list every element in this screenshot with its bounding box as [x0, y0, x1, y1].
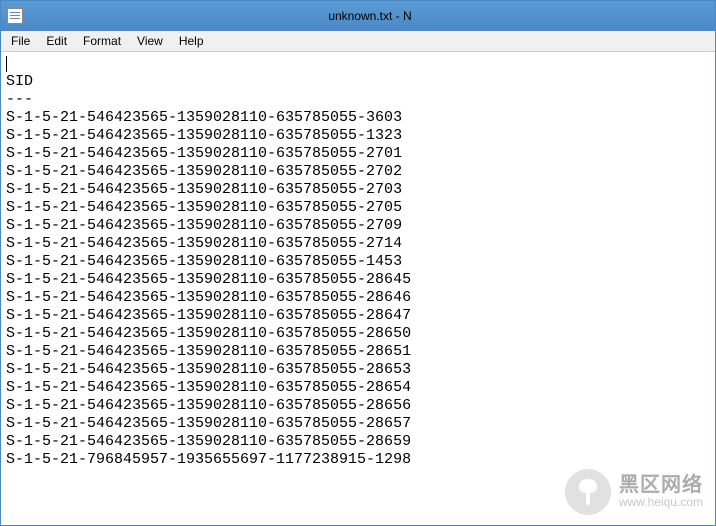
text-editor-area[interactable]: SID --- S-1-5-21-546423565-1359028110-63…	[2, 53, 714, 524]
text-cursor	[6, 56, 7, 72]
menu-file[interactable]: File	[3, 32, 38, 50]
notepad-icon	[7, 8, 23, 24]
menu-edit[interactable]: Edit	[38, 32, 75, 50]
menubar: File Edit Format View Help	[1, 31, 715, 52]
window-title: unknown.txt - N	[31, 9, 709, 23]
titlebar: unknown.txt - N	[1, 1, 715, 31]
menu-help[interactable]: Help	[171, 32, 212, 50]
menu-view[interactable]: View	[129, 32, 171, 50]
menu-format[interactable]: Format	[75, 32, 129, 50]
